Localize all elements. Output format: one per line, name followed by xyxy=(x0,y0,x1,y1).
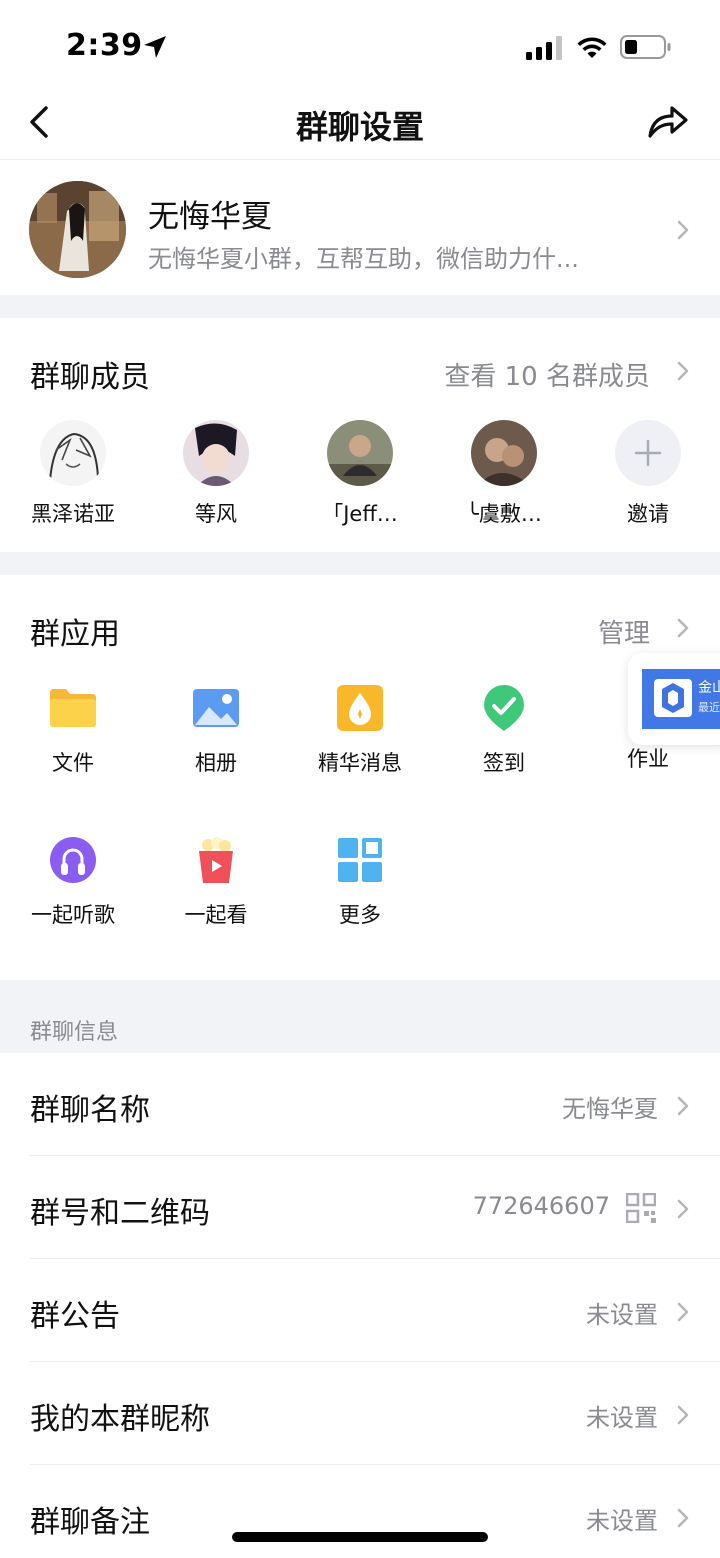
member-item[interactable]: 等风 xyxy=(151,420,281,528)
group-remark-row[interactable]: 群聊备注 未设置 xyxy=(0,1465,720,1558)
app-files[interactable]: 文件 xyxy=(8,683,138,777)
manage-apps-link[interactable]: 管理 xyxy=(598,613,650,650)
app-label: 精华消息 xyxy=(318,751,402,775)
chevron-right-icon xyxy=(677,1199,689,1219)
row-label: 群聊备注 xyxy=(30,1505,150,1540)
member-item[interactable]: 「Jeff… xyxy=(295,420,425,528)
app-label: 一起看 xyxy=(184,903,248,927)
row-value: 772646607 xyxy=(472,1192,610,1220)
app-label: 作业 xyxy=(627,747,669,771)
my-group-nickname-row[interactable]: 我的本群昵称 未设置 xyxy=(0,1362,720,1465)
app-label: 一起听歌 xyxy=(31,903,115,927)
nav-bar: 群聊设置 xyxy=(0,90,720,160)
chevron-right-icon xyxy=(677,220,689,240)
info-section-header: 群聊信息 xyxy=(0,980,720,1053)
watch-icon xyxy=(199,837,233,883)
status-bar: 2:39 xyxy=(0,0,720,90)
member-item[interactable]: ╰虞敷… xyxy=(439,420,569,528)
app-essence[interactable]: 精华消息 xyxy=(295,683,425,777)
member-name: 等风 xyxy=(195,502,237,526)
group-avatar-image xyxy=(29,181,126,278)
chevron-right-icon[interactable] xyxy=(676,360,690,382)
members-section: 群聊成员 查看 10 名群成员 黑泽诺亚 等风 「Jeff… ╰虞敷… 邀请 xyxy=(0,318,720,552)
album-icon xyxy=(193,689,239,727)
member-name: 黑泽诺亚 xyxy=(31,502,115,526)
wifi-icon xyxy=(577,37,607,58)
essence-icon xyxy=(337,685,383,731)
app-more[interactable]: 更多 xyxy=(295,835,425,929)
battery-icon xyxy=(620,35,671,59)
row-value: 未设置 xyxy=(586,1507,658,1535)
group-announcement-row[interactable]: 群公告 未设置 xyxy=(0,1259,720,1362)
info-section-title: 群聊信息 xyxy=(30,1020,119,1045)
chevron-right-icon xyxy=(677,1302,689,1322)
section-gap xyxy=(0,552,720,575)
folder-icon xyxy=(50,689,96,727)
group-name: 无悔华夏 xyxy=(148,199,272,235)
chevron-right-icon xyxy=(677,1405,689,1425)
qr-code-icon xyxy=(626,1193,656,1223)
member-avatar xyxy=(183,420,249,486)
invite-label: 邀请 xyxy=(627,502,669,526)
group-description: 无悔华夏小群，互帮互助，微信助力什... xyxy=(148,245,579,273)
add-icon xyxy=(615,420,681,486)
row-value: 无悔华夏 xyxy=(562,1095,658,1123)
app-label: 文件 xyxy=(52,751,94,775)
group-profile-row[interactable]: 无悔华夏 无悔华夏小群，互帮互助，微信助力什... xyxy=(0,161,720,295)
chevron-right-icon xyxy=(677,1096,689,1116)
row-label: 群公告 xyxy=(30,1299,120,1334)
location-arrow-icon xyxy=(144,36,166,58)
app-label: 相册 xyxy=(195,751,237,775)
row-label: 群聊名称 xyxy=(30,1093,150,1128)
floating-card-title: 金山 xyxy=(698,680,720,696)
chevron-right-icon xyxy=(677,1508,689,1528)
member-avatar xyxy=(327,420,393,486)
row-value: 未设置 xyxy=(586,1404,658,1432)
row-value: 未设置 xyxy=(586,1301,658,1329)
view-all-members-link[interactable]: 查看 10 名群成员 xyxy=(444,356,650,393)
floating-card-banner: 金山 最近 xyxy=(642,669,720,729)
member-name: 「Jeff… xyxy=(322,502,398,526)
status-time: 2:39 xyxy=(66,28,143,63)
member-avatar xyxy=(40,420,106,486)
music-icon xyxy=(50,837,96,883)
chevron-right-icon[interactable] xyxy=(676,617,690,639)
more-grid-icon xyxy=(338,838,382,882)
group-id-qr-row[interactable]: 群号和二维码 772646607 xyxy=(0,1156,720,1259)
app-watch-together[interactable]: 一起看 xyxy=(151,835,281,929)
app-album[interactable]: 相册 xyxy=(151,683,281,777)
group-avatar xyxy=(29,181,126,278)
member-name: ╰虞敷… xyxy=(466,502,542,526)
home-indicator xyxy=(232,1532,488,1542)
floating-card-subtitle: 最近 xyxy=(698,701,720,714)
row-label: 群号和二维码 xyxy=(30,1196,210,1231)
invite-member-button[interactable]: 邀请 xyxy=(583,420,713,528)
kdocs-logo-icon xyxy=(654,679,692,717)
checkin-icon xyxy=(484,685,524,731)
section-gap xyxy=(0,295,720,318)
cellular-signal-icon xyxy=(526,36,562,60)
app-label: 更多 xyxy=(339,903,381,927)
members-title: 群聊成员 xyxy=(30,360,150,395)
page-title: 群聊设置 xyxy=(295,108,424,146)
share-icon[interactable] xyxy=(646,102,690,142)
member-item[interactable]: 黑泽诺亚 xyxy=(8,420,138,528)
app-checkin[interactable]: 签到 xyxy=(439,683,569,777)
member-avatar xyxy=(471,420,537,486)
group-name-row[interactable]: 群聊名称 无悔华夏 xyxy=(0,1053,720,1156)
app-listen-together[interactable]: 一起听歌 xyxy=(8,835,138,929)
apps-title: 群应用 xyxy=(30,617,120,652)
row-label: 我的本群昵称 xyxy=(30,1402,210,1437)
app-label: 签到 xyxy=(483,751,525,775)
floating-document-card[interactable]: 金山 最近 xyxy=(628,653,720,745)
group-apps-section: 群应用 管理 文件 相册 精华消息 签到 作业 一起听歌 一起看 更多 xyxy=(0,575,720,980)
